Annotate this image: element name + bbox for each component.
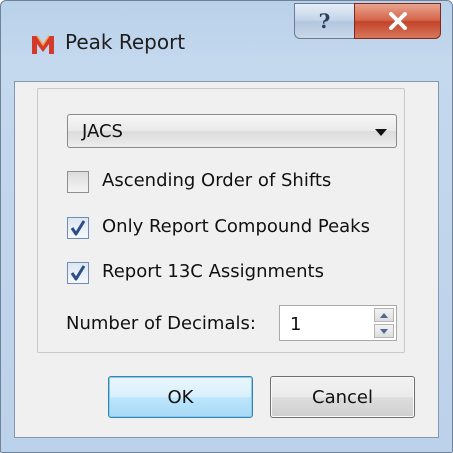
help-icon: ? (318, 9, 331, 33)
checkmark-icon (70, 265, 86, 281)
ok-button[interactable]: OK (108, 376, 253, 418)
ascending-order-label: Ascending Order of Shifts (102, 170, 332, 191)
checkmark-icon (70, 220, 86, 236)
arrow-down-icon (380, 329, 388, 334)
cancel-button[interactable]: Cancel (270, 376, 415, 418)
spin-buttons (374, 308, 394, 338)
report-format-dropdown[interactable]: JACS (67, 114, 397, 148)
compound-peaks-label: Only Report Compound Peaks (102, 216, 370, 237)
window-title: Peak Report (65, 30, 186, 54)
ascending-order-checkbox[interactable] (67, 171, 89, 193)
compound-peaks-checkbox[interactable] (67, 217, 89, 239)
report-format-value: JACS (82, 121, 123, 142)
decimals-spinbox[interactable]: 1 (279, 305, 397, 341)
title-bar[interactable]: Peak Report ? (1, 1, 452, 79)
decrement-button[interactable] (374, 324, 394, 338)
close-button[interactable] (354, 3, 441, 39)
help-button[interactable]: ? (294, 3, 354, 39)
chevron-down-icon (375, 129, 387, 136)
close-icon (388, 12, 407, 30)
c13-assignments-label: Report 13C Assignments (102, 261, 324, 282)
decimals-value[interactable]: 1 (290, 314, 301, 335)
app-logo-icon (32, 35, 54, 54)
decimals-label: Number of Decimals: (66, 313, 256, 334)
increment-button[interactable] (374, 308, 394, 322)
c13-assignments-checkbox[interactable] (67, 262, 89, 284)
arrow-up-icon (380, 313, 388, 318)
